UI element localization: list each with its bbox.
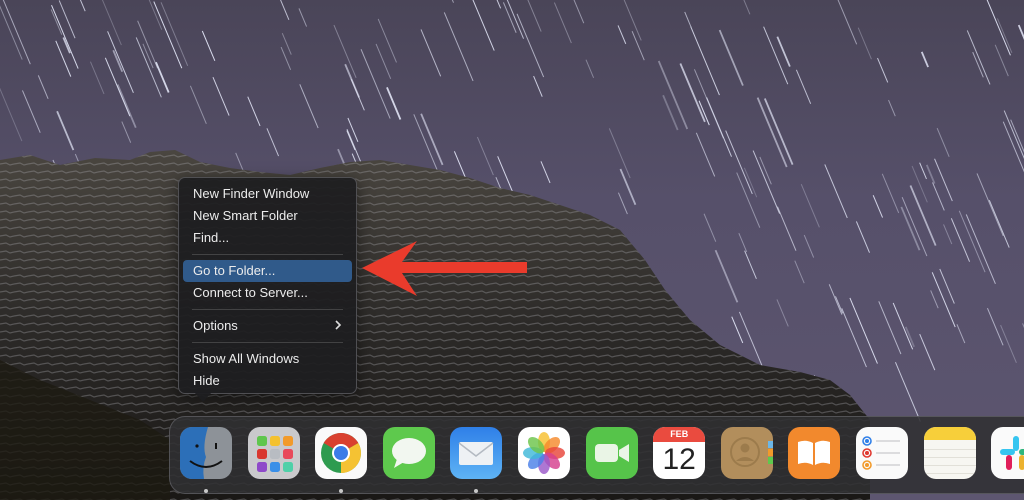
menu-item-find[interactable]: Find... — [183, 227, 352, 249]
dock-app-photos[interactable] — [518, 427, 570, 479]
menu-item-hide[interactable]: Hide — [183, 370, 352, 392]
menu-pointer-tail — [194, 392, 212, 402]
dock-app-contacts[interactable] — [720, 427, 773, 479]
menu-item-new-finder-window[interactable]: New Finder Window — [183, 183, 352, 205]
dock-app-finder[interactable] — [180, 427, 232, 479]
dock-app-mail[interactable] — [450, 427, 503, 479]
reminders-icon — [856, 427, 908, 479]
messages-icon — [382, 427, 435, 479]
running-indicator-dot — [474, 489, 479, 493]
dock-app-calendar[interactable]: FEB 12 — [653, 427, 706, 479]
menu-separator — [192, 254, 343, 255]
menu-separator — [192, 309, 343, 310]
facetime-icon — [585, 427, 638, 479]
dock-app-facetime[interactable] — [585, 427, 638, 479]
red-arrow-annotation — [362, 241, 527, 296]
dock-app-reminders[interactable] — [856, 427, 908, 479]
slack-icon — [991, 427, 1024, 479]
photos-icon — [518, 427, 570, 479]
mail-icon — [450, 427, 503, 479]
menu-item-label: Hide — [193, 373, 220, 388]
menu-item-options[interactable]: Options — [183, 315, 352, 337]
menu-separator — [192, 342, 343, 343]
menu-item-connect-to-server[interactable]: Connect to Server... — [183, 282, 352, 304]
dock-app-google-chrome[interactable] — [315, 427, 368, 479]
menu-item-label: New Finder Window — [193, 186, 310, 201]
chevron-right-icon — [334, 315, 342, 337]
dock-app-books[interactable] — [788, 427, 841, 479]
finder-icon — [180, 427, 232, 479]
calendar-icon: FEB 12 — [653, 427, 706, 479]
running-indicator-dot — [339, 489, 344, 493]
menu-item-label: Find... — [193, 230, 230, 245]
menu-item-label: Show All Windows — [193, 351, 300, 366]
menu-item-new-smart-folder[interactable]: New Smart Folder — [183, 205, 352, 227]
dock-app-launchpad[interactable] — [247, 427, 300, 479]
books-icon — [788, 427, 841, 479]
calendar-day: 12 — [662, 443, 696, 476]
launchpad-icon — [247, 427, 300, 479]
notes-icon — [923, 427, 976, 479]
dock-app-slack[interactable] — [991, 427, 1024, 479]
running-indicator-dot — [204, 489, 208, 493]
menu-item-label: Connect to Server... — [193, 285, 308, 300]
dock-app-notes[interactable] — [923, 427, 976, 479]
chrome-icon — [315, 427, 368, 479]
dock: FEB 12 — [169, 416, 1024, 494]
menu-item-label: Options — [193, 318, 238, 333]
dock-app-messages[interactable] — [382, 427, 435, 479]
menu-item-label: Go to Folder... — [193, 263, 276, 278]
menu-item-label: New Smart Folder — [193, 208, 298, 223]
finder-dock-context-menu: New Finder Window New Smart Folder Find...… — [178, 177, 357, 394]
menu-item-go-to-folder[interactable]: Go to Folder... — [183, 260, 352, 282]
menu-item-show-all-windows[interactable]: Show All Windows — [183, 348, 352, 370]
contacts-icon — [720, 427, 773, 479]
